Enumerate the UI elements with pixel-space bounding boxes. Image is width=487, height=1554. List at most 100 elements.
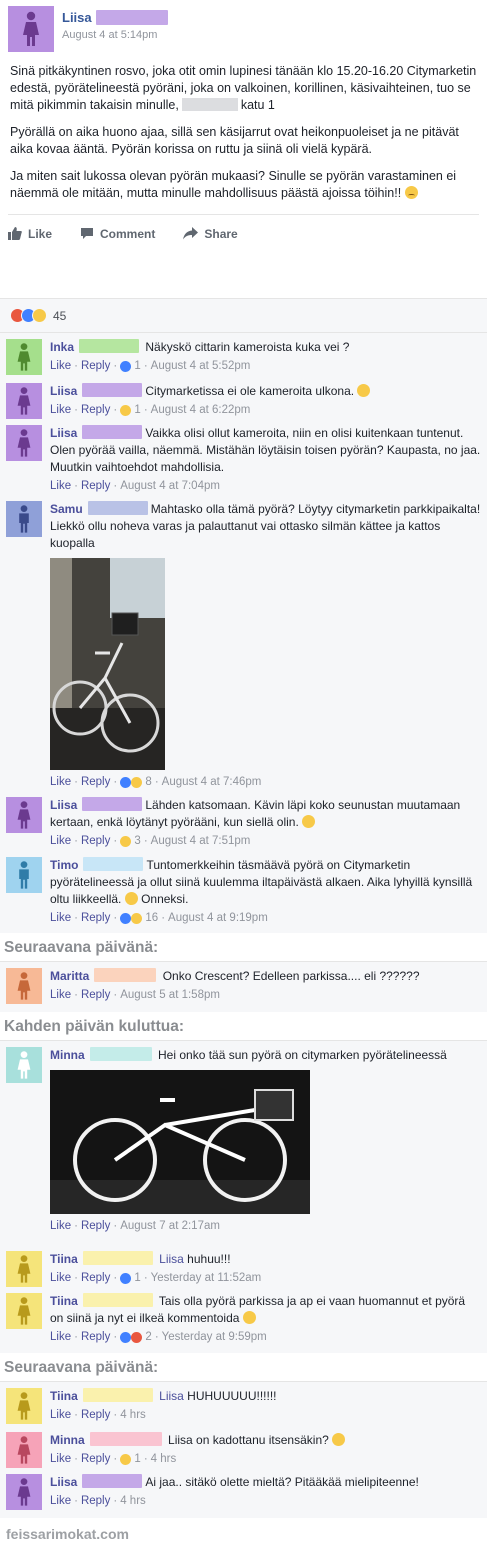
comment-reply-link[interactable]: Reply [81, 1495, 110, 1507]
post-body: Sinä pitkäkyntinen rosvo, joka otit omin… [8, 63, 479, 202]
comment-time[interactable]: August 4 at 6:22pm [151, 404, 251, 416]
avatar[interactable] [6, 1047, 42, 1083]
mention-link[interactable]: Liisa [159, 1252, 184, 1266]
comment-author[interactable]: Minna [50, 1433, 85, 1447]
comment-reply-link[interactable]: Reply [81, 360, 110, 372]
comment-like-link[interactable]: Like [50, 404, 71, 416]
comment-author[interactable]: Minna [50, 1048, 85, 1062]
reaction-count[interactable]: 1 [134, 1453, 140, 1465]
avatar[interactable] [6, 339, 42, 375]
comment-time[interactable]: August 4 at 5:52pm [151, 360, 251, 372]
comment-reply-link[interactable]: Reply [81, 480, 110, 492]
comments-section: Tiina Liisa HUHUUUUU!!!!!! Like · Reply · 4 … [0, 1381, 487, 1518]
bicycle-photo [50, 558, 165, 770]
comment-author[interactable]: Liisa [50, 798, 77, 812]
avatar[interactable] [6, 968, 42, 1004]
comment-like-link[interactable]: Like [50, 1453, 71, 1465]
comment-time[interactable]: Yesterday at 9:59pm [162, 1331, 267, 1343]
comment-like-link[interactable]: Like [50, 1409, 71, 1421]
thinking-emoji-icon [242, 1311, 256, 1324]
comment-like-link[interactable]: Like [50, 360, 71, 372]
comment: Timo Tuntomerkkeihin täsmäävä pyörä on Ci… [0, 857, 487, 933]
comment-button[interactable]: Comment [80, 223, 155, 244]
comment-reply-link[interactable]: Reply [81, 1453, 110, 1465]
comment-reply-link[interactable]: Reply [81, 404, 110, 416]
avatar[interactable] [8, 6, 54, 52]
avatar[interactable] [6, 857, 42, 893]
comment: Minna Hei onko tää sun pyörä on citymark… [0, 1047, 487, 1251]
comment-reply-link[interactable]: Reply [81, 1409, 110, 1421]
comment-time[interactable]: 4 hrs [151, 1453, 177, 1465]
comment-reply-link[interactable]: Reply [81, 1220, 110, 1232]
comment-reply-link[interactable]: Reply [81, 1272, 110, 1284]
comment-time[interactable]: August 4 at 7:04pm [120, 480, 220, 492]
reaction-count[interactable]: 1 [134, 1272, 140, 1284]
comment-time[interactable]: August 4 at 9:19pm [168, 912, 268, 924]
reaction-count[interactable]: 2 [145, 1331, 151, 1343]
avatar[interactable] [6, 1474, 42, 1510]
avatar[interactable] [6, 425, 42, 461]
comment-author[interactable]: Tiina [50, 1252, 78, 1266]
reactions-summary[interactable]: 45 [0, 299, 487, 333]
comment-time[interactable]: August 5 at 1:58pm [120, 989, 220, 1001]
comment-author[interactable]: Inka [50, 340, 74, 354]
comment-text: huhuu!!! [187, 1252, 231, 1266]
comment-like-link[interactable]: Like [50, 989, 71, 1001]
reaction-count[interactable]: 1 [134, 360, 140, 372]
redacted-surname [82, 797, 143, 811]
comment-like-link[interactable]: Like [50, 1495, 71, 1507]
comment-time[interactable]: August 4 at 7:46pm [162, 776, 262, 788]
post-time[interactable]: August 4 at 5:14pm [62, 29, 168, 41]
like-button[interactable]: Like [8, 223, 52, 244]
avatar[interactable] [6, 797, 42, 833]
reaction-count[interactable]: 45 [53, 309, 66, 323]
comment-like-link[interactable]: Like [50, 1331, 71, 1343]
female-silhouette-icon [17, 1255, 31, 1283]
reaction-count[interactable]: 3 [134, 835, 140, 847]
confused-emoji-icon [332, 1433, 346, 1446]
post-author[interactable]: Liisa [62, 10, 92, 25]
mention-link[interactable]: Liisa [159, 1389, 184, 1403]
comment-author[interactable]: Liisa [50, 384, 77, 398]
comment-photo-bicycle[interactable] [50, 558, 165, 770]
comment: Liisa Vaikka olisi ollut kameroita, niin … [0, 425, 487, 501]
comment-author[interactable]: Samu [50, 502, 83, 516]
comment-time[interactable]: 4 hrs [120, 1495, 146, 1507]
comment-time[interactable]: August 7 at 2:17am [120, 1220, 220, 1232]
comment-like-link[interactable]: Like [50, 776, 71, 788]
comment-like-link[interactable]: Like [50, 1220, 71, 1232]
comment-like-link[interactable]: Like [50, 912, 71, 924]
reaction-count[interactable]: 8 [145, 776, 151, 788]
comment-like-link[interactable]: Like [50, 1272, 71, 1284]
avatar[interactable] [6, 1293, 42, 1329]
comment-time[interactable]: Yesterday at 11:52am [151, 1272, 262, 1284]
comment-author[interactable]: Tiina [50, 1389, 78, 1403]
comment-time[interactable]: August 4 at 7:51pm [151, 835, 251, 847]
comment-author[interactable]: Tiina [50, 1294, 78, 1308]
comment-author[interactable]: Liisa [50, 1475, 77, 1489]
share-button[interactable]: Share [183, 223, 238, 244]
avatar[interactable] [6, 1388, 42, 1424]
reaction-count[interactable]: 16 [145, 912, 158, 924]
reaction-count[interactable]: 1 [134, 404, 140, 416]
comment-like-link[interactable]: Like [50, 835, 71, 847]
female-silhouette-icon [17, 1436, 31, 1464]
avatar[interactable] [6, 383, 42, 419]
comment-reply-link[interactable]: Reply [81, 776, 110, 788]
avatar[interactable] [6, 1432, 42, 1468]
comment-reply-link[interactable]: Reply [81, 1331, 110, 1343]
comment-time[interactable]: 4 hrs [120, 1409, 146, 1421]
comment-reply-link[interactable]: Reply [81, 989, 110, 1001]
comment-author[interactable]: Timo [50, 858, 78, 872]
avatar[interactable] [6, 1251, 42, 1287]
comment-like-link[interactable]: Like [50, 480, 71, 492]
comment-author[interactable]: Liisa [50, 426, 77, 440]
redacted-surname [82, 1251, 153, 1265]
comment-reply-link[interactable]: Reply [81, 835, 110, 847]
haha-reaction-icon [120, 1453, 132, 1465]
comment-author[interactable]: Maritta [50, 969, 89, 983]
comment: Tiina Liisa HUHUUUUU!!!!!! Like · Reply · 4 … [0, 1388, 487, 1432]
comment-reply-link[interactable]: Reply [81, 912, 110, 924]
comment-photo-bicycle-night[interactable] [50, 1070, 310, 1214]
avatar[interactable] [6, 501, 42, 537]
